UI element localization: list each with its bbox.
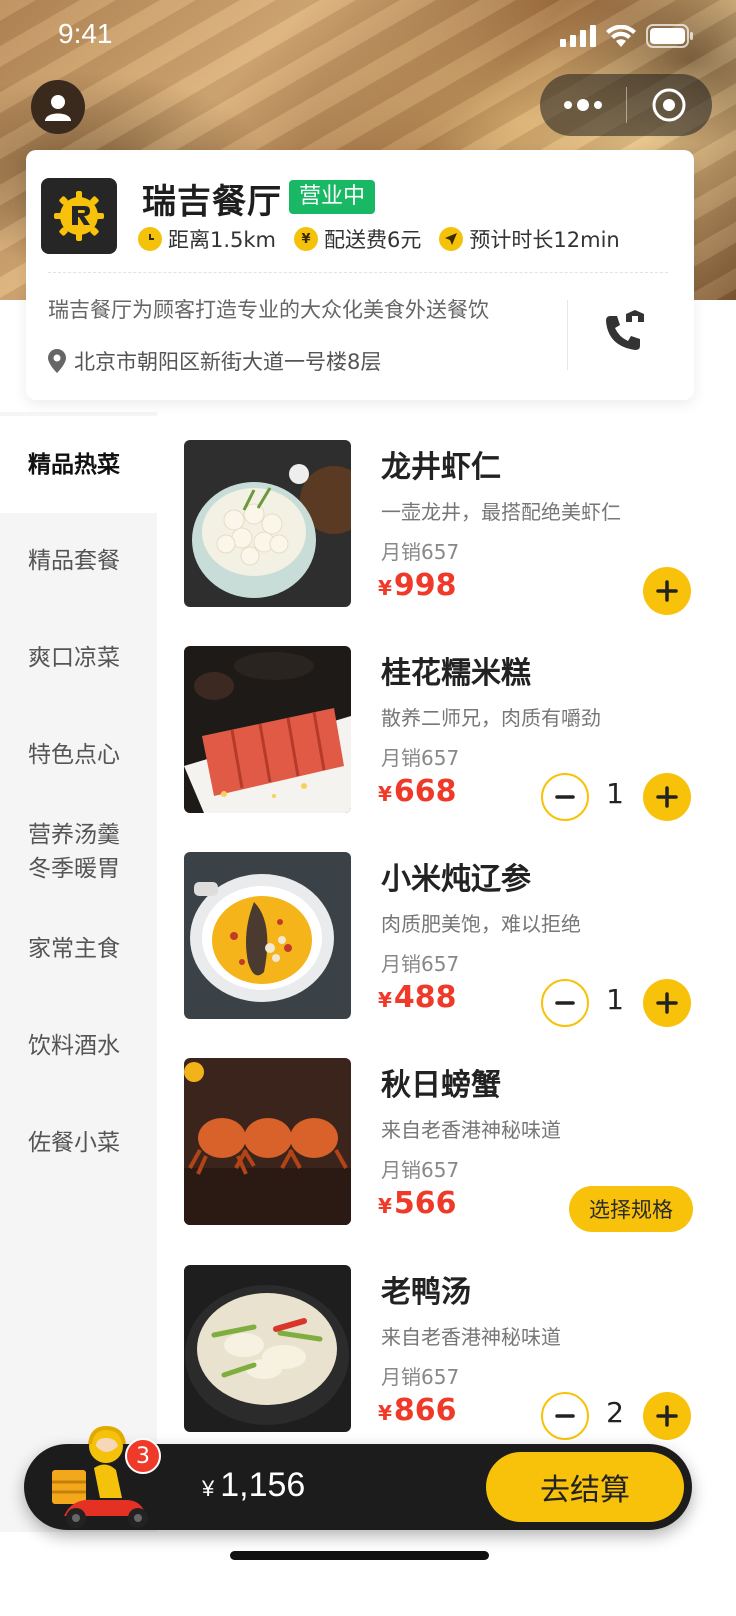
dish-description: 肉质肥美饱，难以拒绝	[381, 912, 581, 936]
home-indicator	[230, 1551, 489, 1560]
category-item[interactable]: 特色点心	[0, 706, 157, 803]
store-info-card: 瑞吉餐厅 营业中 距离1.5km ¥ 配送费6元 预计时长12min 瑞吉餐厅为…	[26, 150, 694, 400]
decrease-quantity-button[interactable]	[541, 979, 589, 1027]
store-address: 北京市朝阳区新街大道一号楼8层	[48, 346, 381, 376]
dish-image	[184, 440, 351, 607]
minus-icon	[555, 795, 575, 799]
dish-price: ¥668	[378, 774, 457, 809]
divider	[48, 272, 668, 273]
category-item[interactable]: 精品套餐	[0, 512, 157, 609]
dish-image	[184, 1265, 351, 1432]
store-eta: 预计时长12min	[469, 228, 620, 252]
dish-description: 来自老香港神秘味道	[381, 1325, 561, 1349]
add-to-cart-button[interactable]	[643, 773, 691, 821]
decrease-quantity-button[interactable]	[541, 773, 589, 821]
dish-monthly-sales: 月销657	[381, 952, 460, 976]
dish-monthly-sales: 月销657	[381, 1365, 460, 1389]
status-time: 9:41	[58, 18, 113, 49]
category-item[interactable]: 佐餐小菜	[0, 1094, 157, 1191]
minus-icon	[555, 1001, 575, 1005]
dish-description: 一壶龙井，最搭配绝美虾仁	[381, 500, 621, 524]
dish-item[interactable]: 桂花糯米糕 散养二师兄，肉质有嚼劲 月销657 ¥668 1	[184, 646, 704, 821]
category-item[interactable]: 营养汤羹 冬季暖胃	[0, 803, 157, 900]
plus-icon	[656, 1405, 678, 1427]
clock-icon	[138, 227, 162, 251]
plus-icon	[656, 992, 678, 1014]
dish-price: ¥566	[378, 1186, 457, 1221]
dish-image	[184, 1058, 351, 1225]
store-description: 瑞吉餐厅为顾客打造专业的大众化美食外送餐饮	[48, 298, 489, 322]
item-quantity: 2	[606, 1396, 624, 1429]
dish-name: 秋日螃蟹	[381, 1068, 501, 1103]
store-delivery-fee: 配送费6元	[324, 228, 422, 252]
store-distance: 距离1.5km	[168, 228, 277, 252]
category-item[interactable]: 精品热菜	[0, 416, 157, 513]
cart-total: ¥1,156	[202, 1466, 306, 1504]
battery-icon	[646, 24, 693, 48]
delivery-rider-cart-icon[interactable]	[46, 1418, 158, 1530]
store-meta: 距离1.5km ¥ 配送费6元 预计时长12min	[138, 224, 620, 254]
dish-price: ¥866	[378, 1393, 457, 1428]
checkout-button[interactable]: 去结算	[486, 1452, 684, 1522]
decrease-quantity-button[interactable]	[541, 1392, 589, 1440]
dish-name: 龙井虾仁	[381, 450, 501, 485]
dish-price: ¥488	[378, 980, 457, 1015]
more-menu-button[interactable]	[540, 74, 626, 136]
dish-monthly-sales: 月销657	[381, 540, 460, 564]
status-bar: 9:41	[0, 0, 736, 72]
dish-description: 散养二师兄，肉质有嚼劲	[381, 706, 601, 730]
store-name: 瑞吉餐厅	[142, 182, 282, 222]
miniprogram-capsule	[540, 74, 712, 136]
user-avatar[interactable]	[31, 80, 85, 134]
dish-item[interactable]: 龙井虾仁 一壶龙井，最搭配绝美虾仁 月销657 ¥998	[184, 440, 704, 615]
dish-name: 桂花糯米糕	[381, 656, 531, 691]
dish-image	[184, 646, 351, 813]
yuan-icon: ¥	[294, 227, 319, 251]
wifi-icon	[606, 25, 636, 47]
dish-price: ¥998	[378, 568, 457, 603]
dish-description: 来自老香港神秘味道	[381, 1118, 561, 1142]
store-logo-icon	[54, 191, 104, 241]
navigation-arrow-icon	[439, 227, 464, 251]
store-logo	[41, 178, 117, 254]
select-spec-button[interactable]: 选择规格	[569, 1186, 693, 1232]
cart-count-badge: 3	[125, 1438, 161, 1474]
category-sidebar: 精品热菜 精品套餐 爽口凉菜 特色点心 营养汤羹 冬季暖胃 家常主食 饮料酒水 …	[0, 412, 157, 1532]
dish-name: 老鸭汤	[381, 1275, 471, 1310]
dish-item[interactable]: 老鸭汤 来自老香港神秘味道 月销657 ¥866 2	[184, 1265, 704, 1440]
dish-item[interactable]: 小米炖辽参 肉质肥美饱，难以拒绝 月销657 ¥488 1	[184, 852, 704, 1027]
dish-name: 小米炖辽参	[381, 862, 531, 897]
add-to-cart-button[interactable]	[643, 567, 691, 615]
category-item[interactable]: 饮料酒水	[0, 997, 157, 1094]
item-quantity: 1	[606, 983, 624, 1016]
dish-monthly-sales: 月销657	[381, 746, 460, 770]
add-to-cart-button[interactable]	[643, 1392, 691, 1440]
signal-icon	[560, 25, 596, 47]
close-miniprogram-button[interactable]	[627, 74, 713, 136]
dish-image	[184, 852, 351, 1019]
phone-icon	[606, 310, 644, 350]
store-address-text: 北京市朝阳区新街大道一号楼8层	[74, 350, 382, 374]
target-close-icon	[652, 88, 686, 122]
category-item[interactable]: 家常主食	[0, 900, 157, 997]
dish-item[interactable]: 秋日螃蟹 来自老香港神秘味道 月销657 ¥566 选择规格	[184, 1058, 704, 1232]
minus-icon	[555, 1414, 575, 1418]
add-to-cart-button[interactable]	[643, 979, 691, 1027]
plus-icon	[656, 786, 678, 808]
location-pin-icon	[48, 349, 66, 373]
dish-monthly-sales: 月销657	[381, 1158, 460, 1182]
store-status-badge: 营业中	[289, 180, 376, 214]
call-store-button[interactable]	[602, 310, 646, 354]
user-icon	[45, 95, 71, 121]
category-item[interactable]: 爽口凉菜	[0, 609, 157, 706]
divider-vertical	[567, 300, 568, 370]
item-quantity: 1	[606, 777, 624, 810]
plus-icon	[656, 580, 678, 602]
